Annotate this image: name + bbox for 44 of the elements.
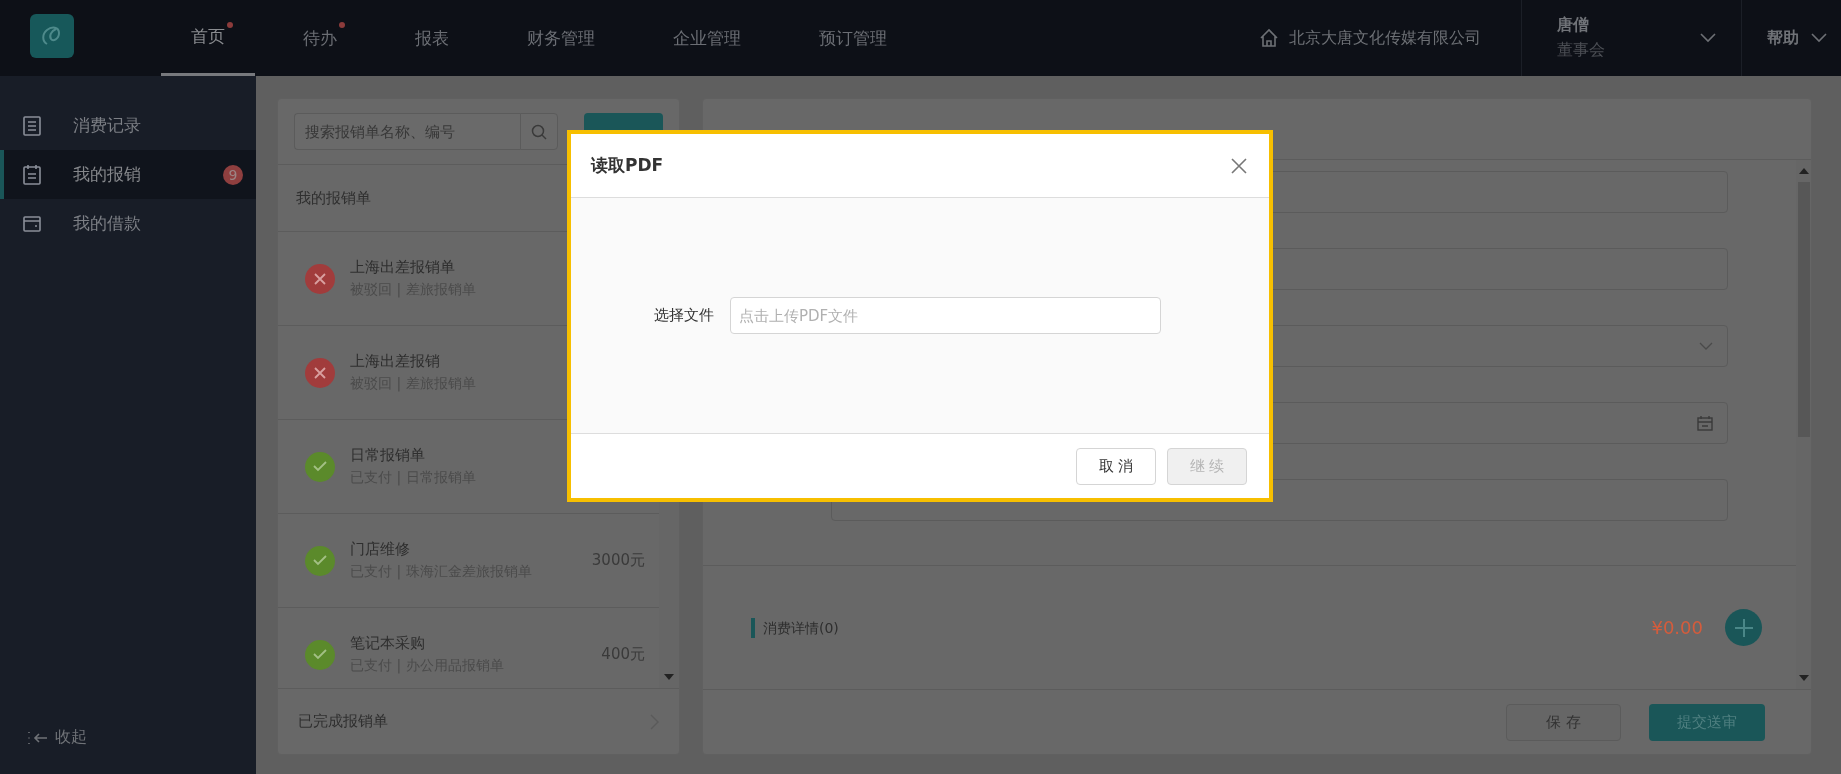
sidebar-item[interactable]: 消费记录 [0, 101, 256, 150]
close-icon[interactable] [1231, 157, 1247, 174]
count-badge: 9 [223, 164, 243, 185]
user-menu[interactable]: 唐僧 董事会 [1521, 0, 1741, 76]
check-icon [305, 451, 335, 482]
sidebar-item[interactable]: 我的报销 9 [0, 150, 256, 199]
report-title: 上海出差报销 [350, 352, 441, 371]
report-title: 上海出差报销单 [350, 258, 456, 277]
report-title: 门店维修 [350, 540, 411, 559]
file-upload-field[interactable]: 点击上传PDF文件 [730, 297, 1161, 334]
check-icon [305, 545, 335, 576]
collapse-icon [27, 730, 49, 745]
help-menu[interactable]: 帮助 [1741, 0, 1841, 76]
scroll-up-icon [1798, 168, 1809, 174]
calendar-icon [1697, 415, 1713, 431]
nav-tab[interactable]: 报表 [385, 0, 479, 76]
report-title: 笔记本采购 [350, 634, 426, 653]
company-name: 北京大唐文化传媒有限公司 [1289, 27, 1481, 49]
home-icon [1259, 28, 1279, 48]
search-icon [531, 123, 548, 140]
nav-tab[interactable]: 企业管理 [643, 0, 771, 76]
chevron-down-icon [1700, 33, 1716, 43]
chevron-down-icon [1699, 342, 1713, 350]
rejected-icon [305, 357, 335, 388]
user-name: 唐僧 [1557, 15, 1590, 36]
scroll-down-icon [664, 674, 674, 680]
app-logo[interactable] [30, 14, 74, 58]
cancel-button[interactable]: 取 消 [1076, 447, 1156, 485]
clipboard-icon [23, 164, 41, 185]
scroll-down-icon [1798, 675, 1809, 681]
nav-tab[interactable]: 预订管理 [789, 0, 917, 76]
completed-reports-link[interactable]: 已完成报销单 [278, 688, 679, 754]
wallet-icon [23, 215, 41, 232]
collapse-button[interactable]: 收起 [27, 727, 256, 748]
nav-tab[interactable]: 待办 [273, 0, 367, 76]
plus-icon [1734, 618, 1753, 637]
sidebar-item[interactable]: 我的借款 [0, 199, 256, 248]
rejected-icon [305, 263, 335, 294]
nav-tab[interactable]: 财务管理 [497, 0, 625, 76]
list-icon [23, 115, 41, 136]
user-role: 董事会 [1557, 40, 1605, 61]
check-icon [305, 639, 335, 670]
chevron-down-icon [1811, 33, 1827, 43]
total-amount: ¥0.00 [1651, 617, 1703, 638]
